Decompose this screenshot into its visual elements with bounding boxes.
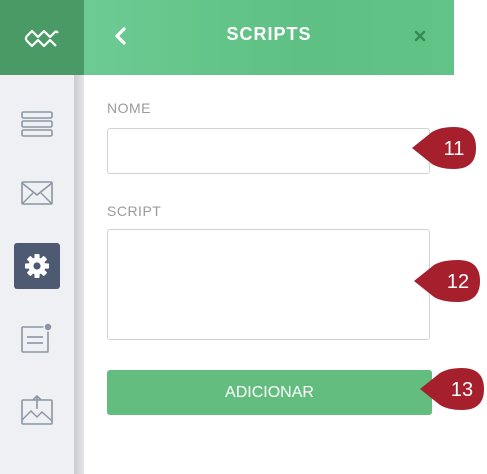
callout-11: 11	[412, 127, 476, 169]
gear-icon	[25, 254, 49, 278]
callout-label: 13	[451, 379, 473, 401]
page-title: SCRIPTS	[226, 24, 312, 44]
wave-logo-icon	[24, 29, 59, 47]
script-textarea[interactable]	[107, 229, 430, 340]
image-upload-icon	[21, 395, 53, 425]
form-icon	[21, 322, 53, 353]
close-button[interactable]	[410, 26, 430, 46]
logo[interactable]	[0, 0, 84, 75]
callout-label: 11	[444, 138, 465, 160]
script-label: SCRIPT	[107, 203, 162, 219]
sidebar-item-image-upload[interactable]	[14, 387, 60, 433]
panel-header: SCRIPTS	[84, 0, 454, 75]
callout-label: 12	[447, 271, 469, 293]
sidebar-item-mail[interactable]	[14, 170, 60, 216]
sidebar-item-form[interactable]	[14, 315, 60, 361]
callout-12: 12	[414, 260, 480, 302]
name-label: NOME	[107, 100, 151, 116]
sidebar-item-settings[interactable]	[14, 243, 60, 289]
callout-13: 13	[420, 368, 484, 410]
sidebar-item-list[interactable]	[14, 101, 60, 147]
mail-icon	[21, 181, 53, 205]
close-icon	[414, 30, 426, 42]
list-icon	[21, 111, 53, 137]
add-button[interactable]: ADICIONAR	[107, 370, 432, 415]
name-input[interactable]	[107, 128, 430, 174]
